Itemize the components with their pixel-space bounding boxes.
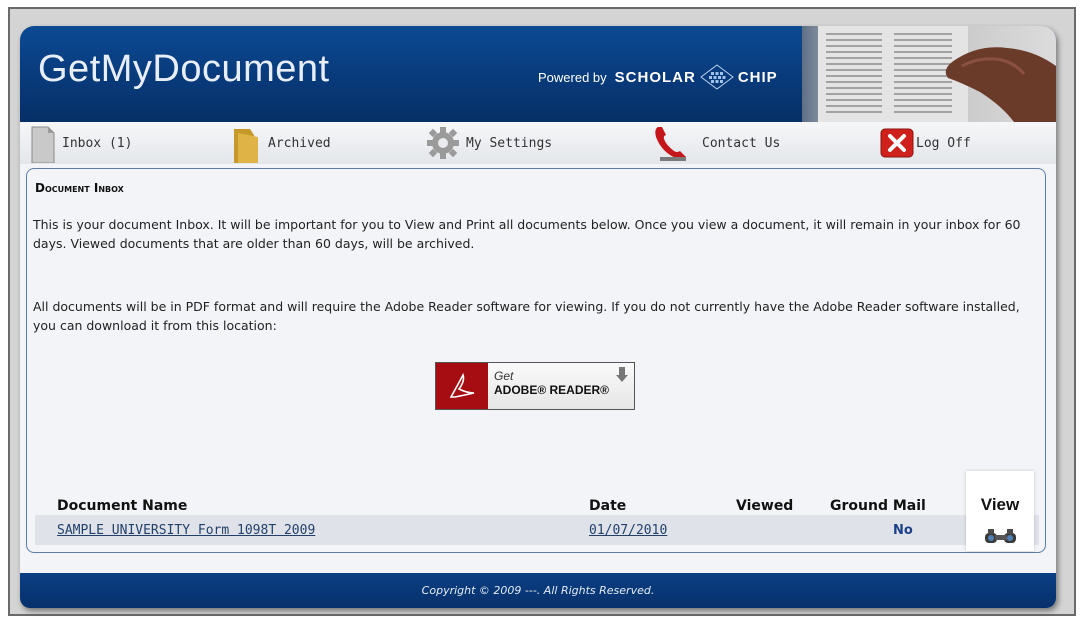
- pdf-requirement-text: All documents will be in PDF format and …: [33, 299, 1020, 333]
- col-header-view: View: [980, 495, 1020, 514]
- footer: Copyright © 2009 ---. All Rights Reserve…: [20, 573, 1056, 608]
- section-title: Document Inbox: [35, 181, 124, 195]
- nav-item-logoff[interactable]: Log Off: [880, 122, 971, 164]
- gear-icon: [427, 127, 459, 159]
- powered-by: Powered by SCHOLAR CHIP: [538, 64, 778, 90]
- folder-icon: [234, 129, 258, 163]
- table-row: SAMPLE UNIVERSITY Form 1098T 2009 01/07/…: [35, 515, 1039, 545]
- app-title: GetMyDocument: [38, 48, 330, 90]
- ground-mail-value: No: [893, 523, 913, 538]
- get-adobe-reader-button[interactable]: Get ADOBE® READER®: [435, 362, 635, 410]
- adobe-reader-label: ADOBE® READER®: [494, 383, 610, 397]
- nav-label-logoff: Log Off: [916, 135, 971, 151]
- nav-label-contact: Contact Us: [702, 135, 781, 151]
- nav-item-settings[interactable]: My Settings: [426, 122, 552, 164]
- nav-item-contact[interactable]: Contact Us: [652, 122, 780, 164]
- nav-item-inbox[interactable]: Inbox (1): [30, 122, 132, 164]
- binoculars-icon[interactable]: [984, 527, 1018, 547]
- col-header-viewed: Viewed: [736, 498, 794, 514]
- download-arrow-icon: [616, 367, 628, 382]
- powered-by-label: Powered by: [538, 69, 607, 85]
- adobe-logo-icon: [436, 363, 488, 409]
- nav-label-settings: My Settings: [466, 135, 553, 151]
- document-inbox-panel: Document Inbox This is your document Inb…: [26, 168, 1046, 553]
- col-header-date: Date: [589, 498, 627, 514]
- adobe-get-label: Get: [494, 369, 514, 383]
- header-banner: GetMyDocument Powered by SCHOLAR CHIP: [20, 26, 1056, 122]
- phone-icon: [655, 127, 686, 161]
- document-link[interactable]: SAMPLE UNIVERSITY Form 1098T 2009: [57, 523, 315, 538]
- col-header-ground-mail: Ground Mail: [830, 498, 926, 514]
- inbox-description: This is your document Inbox. It will be …: [33, 217, 1021, 251]
- scholarchip-logo-icon: [699, 64, 734, 90]
- brand-chip: CHIP: [737, 68, 778, 86]
- nav-item-archived[interactable]: Archived: [232, 122, 331, 164]
- nav-bar: Inbox (1) Archived My Settings Contact U…: [20, 122, 1056, 164]
- nav-label-inbox: Inbox (1): [62, 135, 133, 151]
- close-icon: [880, 128, 914, 158]
- document-hand-image: [802, 26, 1056, 122]
- document-date[interactable]: 01/07/2010: [589, 523, 667, 538]
- view-column-highlight: View: [966, 471, 1034, 551]
- nav-label-archived: Archived: [268, 135, 331, 151]
- page: GetMyDocument Powered by SCHOLAR CHIP In…: [20, 26, 1056, 608]
- document-icon: [31, 126, 55, 163]
- brand-scholar: SCHOLAR: [614, 68, 696, 86]
- col-header-document-name: Document Name: [57, 498, 188, 514]
